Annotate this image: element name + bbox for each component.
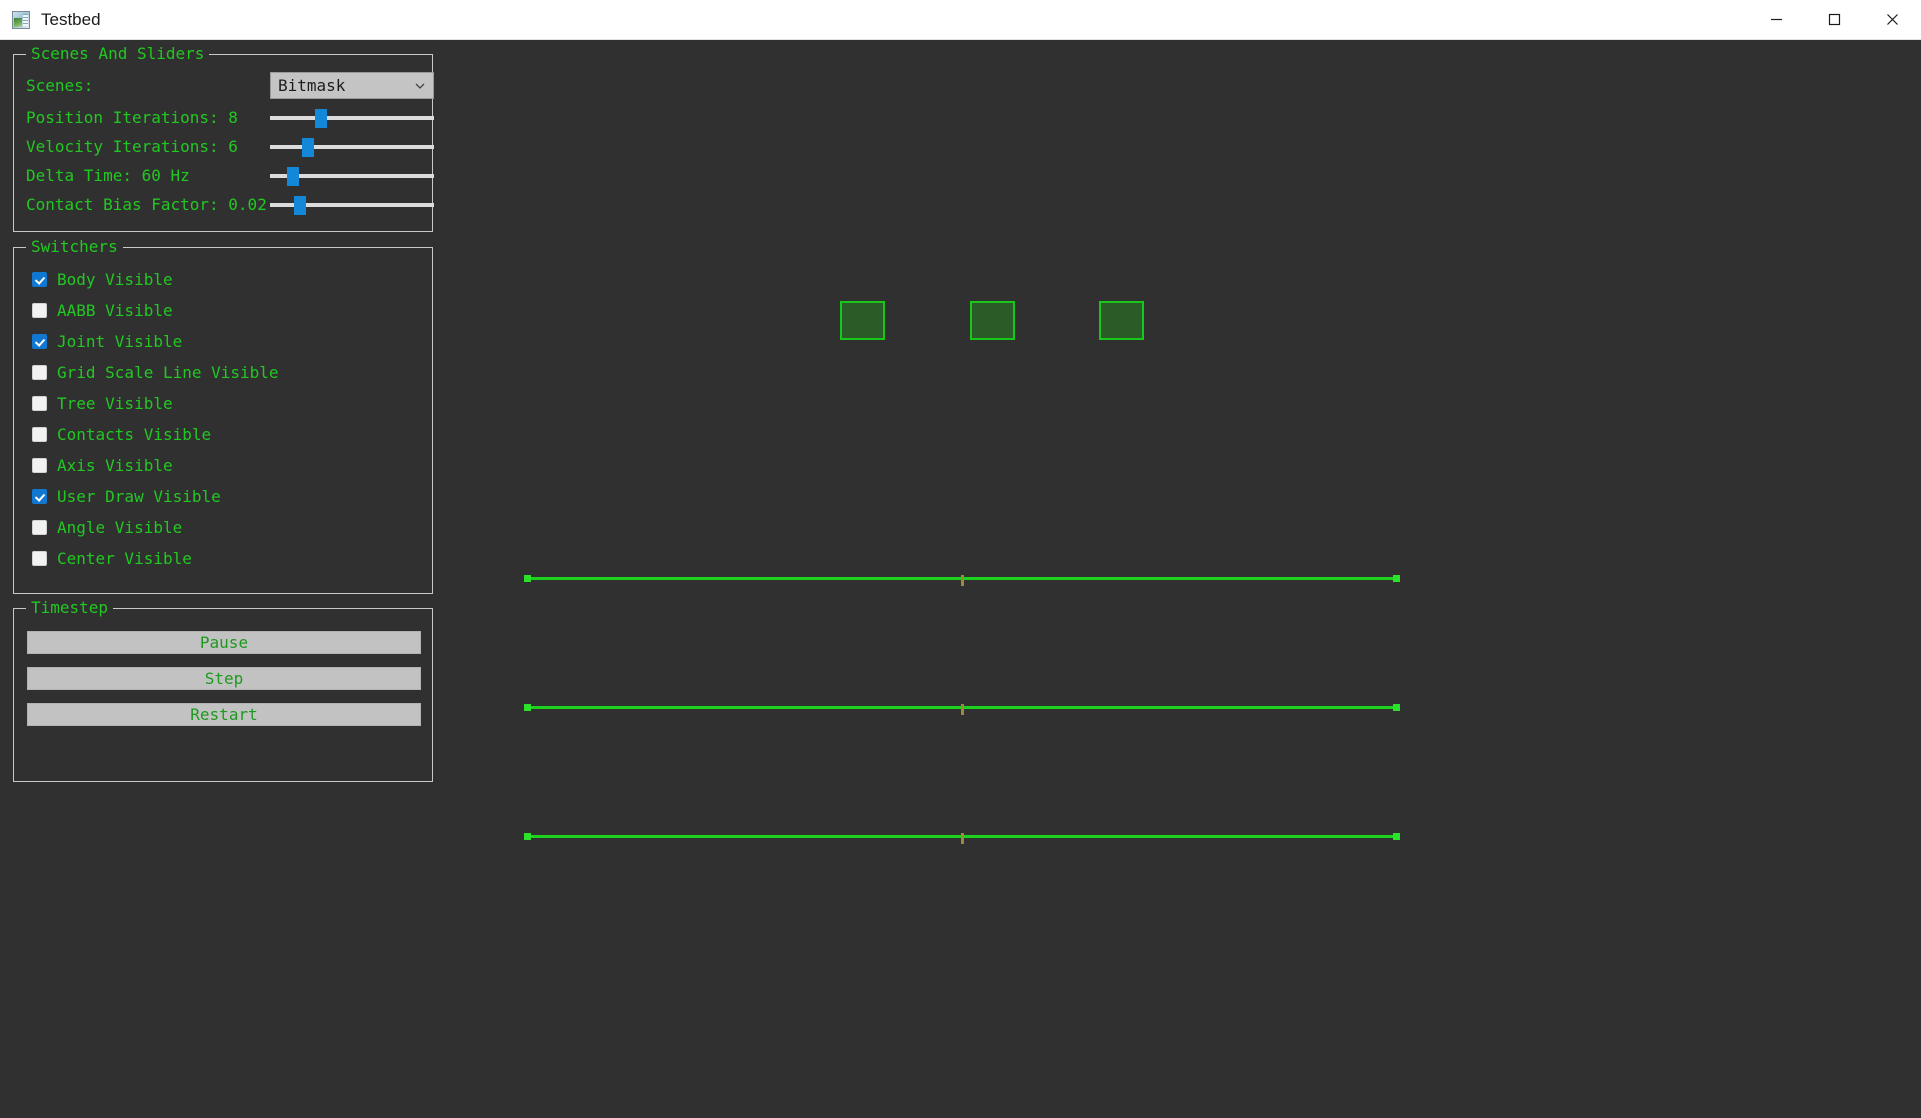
chevron-down-icon [415, 83, 425, 89]
switcher-center-visible[interactable]: Center Visible [32, 547, 192, 569]
line-midpoint-tick [961, 575, 964, 586]
line-midpoint-tick [961, 704, 964, 715]
checkbox-contacts-visible[interactable] [32, 426, 47, 442]
simulation-body-box [1099, 301, 1144, 340]
group-scenes-and-sliders: Scenes And Sliders Scenes: Bitmask Posit… [13, 44, 434, 232]
slider-handle[interactable] [314, 109, 327, 128]
delta-time-slider[interactable] [270, 162, 434, 189]
switcher-label: Joint Visible [57, 331, 183, 351]
line-endpoint-marker [524, 575, 531, 582]
restart-button[interactable]: Restart [27, 703, 421, 726]
line-endpoint-marker [1393, 704, 1400, 711]
label-contact-bias-factor: Contact Bias Factor: 0.02 [26, 195, 267, 214]
switcher-label: Tree Visible [57, 393, 173, 413]
switcher-label: User Draw Visible [57, 486, 221, 506]
switcher-label: Center Visible [57, 548, 192, 568]
switcher-label: Contacts Visible [57, 424, 212, 444]
pause-button[interactable]: Pause [27, 631, 421, 654]
switcher-joint-visible[interactable]: Joint Visible [32, 330, 182, 352]
label-position-iterations: Position Iterations: 8 [26, 108, 238, 127]
switcher-aabb-visible[interactable]: AABB Visible [32, 299, 173, 321]
contact-bias-factor-slider[interactable] [270, 191, 434, 218]
switcher-axis-visible[interactable]: Axis Visible [32, 454, 173, 476]
row-position-iterations: Position Iterations: 8 [14, 103, 434, 132]
line-endpoint-marker [524, 833, 531, 840]
slider-handle[interactable] [301, 138, 314, 157]
switcher-body-visible[interactable]: Body Visible [32, 268, 173, 290]
checkbox-angle-visible[interactable] [32, 519, 47, 535]
group-title-switchers: Switchers [26, 237, 123, 257]
checkbox-joint-visible[interactable] [32, 333, 47, 349]
group-title-scenes-and-sliders: Scenes And Sliders [26, 44, 210, 64]
minimize-icon[interactable] [1747, 0, 1805, 40]
switcher-contacts-visible[interactable]: Contacts Visible [32, 423, 211, 445]
switcher-label: Angle Visible [57, 517, 183, 537]
app-image-icon [12, 10, 30, 29]
row-scenes: Scenes: Bitmask [14, 71, 434, 100]
checkbox-body-visible[interactable] [32, 271, 47, 287]
switcher-label: Axis Visible [57, 455, 173, 475]
checkbox-aabb-visible[interactable] [32, 302, 47, 318]
group-switchers: Switchers Body Visible AABB Visible Join… [13, 237, 433, 594]
checkbox-tree-visible[interactable] [32, 395, 47, 411]
checkbox-axis-visible[interactable] [32, 457, 47, 473]
window-controls [1747, 0, 1921, 40]
workspace: Scenes And Sliders Scenes: Bitmask Posit… [0, 40, 1921, 1118]
slider-handle[interactable] [286, 167, 299, 186]
group-timestep: Timestep Pause Step Restart [13, 598, 433, 782]
simulation-user-draw-line [524, 704, 1400, 715]
row-delta-time: Delta Time: 60 Hz [14, 161, 434, 190]
row-contact-bias-factor: Contact Bias Factor: 0.02 [14, 190, 434, 219]
checkbox-center-visible[interactable] [32, 550, 47, 566]
checkbox-user-draw-visible[interactable] [32, 488, 47, 504]
label-scenes: Scenes: [26, 76, 94, 95]
simulation-body-box [970, 301, 1015, 340]
line-endpoint-marker [1393, 575, 1400, 582]
row-velocity-iterations: Velocity Iterations: 6 [14, 132, 434, 161]
checkbox-grid-scale-line-visible[interactable] [32, 364, 47, 380]
line-midpoint-tick [961, 833, 964, 844]
switcher-label: AABB Visible [57, 300, 173, 320]
switcher-angle-visible[interactable]: Angle Visible [32, 516, 182, 538]
line-endpoint-marker [524, 704, 531, 711]
group-title-timestep: Timestep [26, 598, 114, 618]
switcher-tree-visible[interactable]: Tree Visible [32, 392, 173, 414]
simulation-user-draw-line [524, 575, 1400, 586]
position-iterations-slider[interactable] [270, 104, 434, 131]
slider-track [270, 116, 434, 120]
switcher-grid-scale-line-visible[interactable]: Grid Scale Line Visible [32, 361, 279, 383]
slider-track [270, 145, 434, 149]
line-endpoint-marker [1393, 833, 1400, 840]
label-velocity-iterations: Velocity Iterations: 6 [26, 137, 238, 156]
simulation-body-box [840, 301, 885, 340]
step-button[interactable]: Step [27, 667, 421, 690]
simulation-user-draw-line [524, 833, 1400, 844]
maximize-icon[interactable] [1805, 0, 1863, 40]
velocity-iterations-slider[interactable] [270, 133, 434, 160]
switcher-label: Grid Scale Line Visible [57, 362, 279, 382]
switcher-label: Body Visible [57, 269, 173, 289]
scenes-select[interactable]: Bitmask [270, 72, 434, 99]
scenes-select-value: Bitmask [278, 76, 346, 95]
label-delta-time: Delta Time: 60 Hz [26, 166, 190, 185]
window-titlebar: Testbed [0, 0, 1921, 40]
close-icon[interactable] [1863, 0, 1921, 40]
switcher-user-draw-visible[interactable]: User Draw Visible [32, 485, 221, 507]
window-title: Testbed [41, 9, 101, 29]
simulation-viewport[interactable] [440, 40, 1921, 1118]
slider-handle[interactable] [293, 196, 306, 215]
